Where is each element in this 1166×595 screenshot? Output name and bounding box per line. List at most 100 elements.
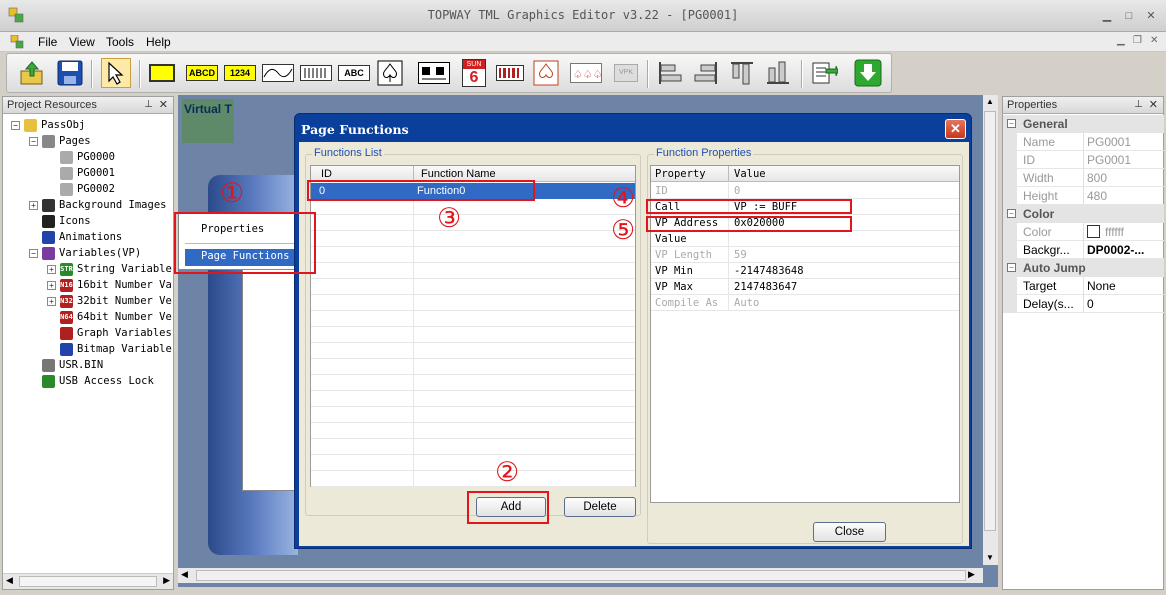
tree-item[interactable]: Animations (29, 229, 122, 245)
close-panel-icon[interactable]: ✕ (159, 98, 168, 111)
property-row[interactable]: ID PG0001 (1003, 151, 1164, 169)
column-id[interactable]: ID (321, 168, 332, 180)
pin-icon[interactable]: ⊥ (1134, 99, 1143, 110)
number-tool-icon[interactable]: 1234 (223, 58, 257, 88)
vpk-icon[interactable]: VPK (611, 58, 641, 88)
collapse-icon[interactable]: − (1007, 263, 1016, 272)
bitmap-variable-tool-icon[interactable] (299, 58, 333, 88)
column-function-name[interactable]: Function Name (421, 168, 496, 180)
align-left-icon[interactable] (655, 58, 685, 88)
property-row[interactable]: ID 0 (651, 183, 959, 199)
abc-label-tool-icon[interactable]: ABC (337, 58, 371, 88)
collapse-icon[interactable]: − (1007, 119, 1016, 128)
menu-view[interactable]: View (69, 35, 95, 49)
spade-icon[interactable] (531, 58, 561, 88)
property-grid[interactable]: − General Name PG0001 ID PG0001 Width 800 Height… (1003, 115, 1164, 589)
tree-item[interactable]: USB Access Lock (29, 373, 154, 389)
tree-item[interactable]: + N16 16bit Number Va (47, 277, 172, 293)
project-tree: − PassObj − Pages PG0000 PG0001 PG0002 + Backgro… (3, 115, 173, 571)
mdi-close-button[interactable]: ✕ (1150, 35, 1158, 46)
tree-scroll-thumb[interactable] (19, 576, 157, 587)
tree-item[interactable]: − Variables(VP) (29, 245, 141, 261)
property-row[interactable]: Value (651, 231, 959, 247)
property-row[interactable]: Delay(s... 0 (1003, 295, 1164, 313)
property-row[interactable]: VP Max 2147483647 (651, 279, 959, 295)
barcode-icon[interactable] (495, 58, 525, 88)
align-right-icon[interactable] (691, 58, 721, 88)
save-icon[interactable] (55, 58, 85, 88)
expand-icon[interactable]: + (47, 280, 56, 290)
canvas-hscroll[interactable]: ◀ ▶ (178, 568, 983, 583)
tree-item[interactable]: PG0000 (47, 149, 115, 165)
property-row[interactable]: Width 800 (1003, 169, 1164, 187)
pin-icon[interactable]: ⊥ (144, 99, 153, 110)
functions-list-grid[interactable]: ID Function Name 0 Function0 (310, 165, 636, 487)
column-property[interactable]: Property (655, 168, 706, 180)
collapse-icon[interactable]: − (29, 136, 38, 146)
mdi-minimize-button[interactable]: ▁ (1117, 35, 1125, 46)
property-row[interactable]: Name PG0001 (1003, 133, 1164, 151)
collapse-icon[interactable]: − (1007, 209, 1016, 218)
annotation-number-3: ③ (437, 203, 462, 234)
download-icon[interactable] (853, 58, 883, 88)
column-value[interactable]: Value (734, 168, 766, 180)
color-swatch[interactable] (1087, 225, 1100, 238)
property-row[interactable]: VP Length 59 (651, 247, 959, 263)
tree-item[interactable]: Graph Variables (47, 325, 172, 341)
canvas-vscroll[interactable]: ▲ ▼ (983, 95, 998, 565)
tree-item[interactable]: USR.BIN (29, 357, 103, 373)
close-panel-icon[interactable]: ✕ (1149, 98, 1158, 111)
animation-icon[interactable] (417, 58, 451, 88)
cards-icon[interactable]: ♤♤♤ (569, 58, 603, 88)
expand-icon[interactable]: + (47, 264, 56, 274)
tree-item[interactable]: Bitmap Variable (47, 341, 172, 357)
touch-icon[interactable] (375, 58, 405, 88)
mdi-restore-button[interactable]: ❐ (1133, 35, 1142, 46)
tree-item[interactable]: + N32 32bit Number Ve (47, 293, 172, 309)
property-row[interactable]: Backgr... DP0002-... (1003, 241, 1164, 259)
collapse-icon[interactable]: − (29, 248, 38, 258)
property-category[interactable]: − Color (1003, 205, 1164, 223)
property-row[interactable]: Color ffffff (1003, 223, 1164, 241)
minimize-button[interactable]: ▁ (1100, 9, 1114, 23)
tree-item[interactable]: − Pages (29, 133, 91, 149)
property-row[interactable]: VP Min -2147483648 (651, 263, 959, 279)
property-key: ID (1023, 153, 1035, 167)
tree-item[interactable]: + STR String Variables (47, 261, 173, 277)
tree-item[interactable]: PG0001 (47, 165, 115, 181)
pointer-tool-icon[interactable] (101, 58, 131, 88)
menu-tools[interactable]: Tools (106, 35, 134, 49)
tree-item[interactable]: Icons (29, 213, 91, 229)
expand-icon[interactable]: + (47, 296, 56, 306)
graph-tool-icon[interactable] (261, 58, 295, 88)
expand-icon[interactable]: + (29, 200, 38, 210)
collapse-icon[interactable]: − (11, 120, 20, 130)
align-top-icon[interactable] (727, 58, 757, 88)
close-window-button[interactable]: ✕ (1144, 9, 1158, 23)
tree-item[interactable]: PG0002 (47, 181, 115, 197)
close-button[interactable]: Close (813, 522, 886, 542)
property-row[interactable]: Compile As Auto (651, 295, 959, 311)
property-row[interactable]: Target None (1003, 277, 1164, 295)
tree-item[interactable]: − PassObj (11, 117, 85, 133)
properties-header: Properties ⊥ ✕ (1003, 97, 1163, 114)
maximize-button[interactable]: □ (1122, 9, 1136, 23)
rectangle-tool-icon[interactable] (147, 58, 177, 88)
delete-button[interactable]: Delete (564, 497, 636, 517)
text-tool-icon[interactable]: ABCD (185, 58, 219, 88)
tree-item[interactable]: N64 64bit Number Ve (47, 309, 172, 325)
canvas-vscroll-thumb[interactable] (984, 111, 996, 531)
align-bottom-icon[interactable] (763, 58, 793, 88)
canvas-hscroll-thumb[interactable] (196, 570, 966, 581)
open-icon[interactable] (17, 58, 47, 88)
menu-help[interactable]: Help (146, 35, 171, 49)
property-row[interactable]: Height 480 (1003, 187, 1164, 205)
property-category[interactable]: − Auto Jump (1003, 259, 1164, 277)
tree-hscroll[interactable]: ◀ ▶ (3, 573, 173, 589)
menu-file[interactable]: File (38, 35, 57, 49)
property-category[interactable]: − General (1003, 115, 1164, 133)
calendar-icon[interactable]: SUN 6 (459, 58, 489, 88)
export-icon[interactable] (809, 58, 839, 88)
tree-item[interactable]: + Background Images (29, 197, 166, 213)
dialog-close-icon[interactable]: ✕ (945, 119, 966, 139)
